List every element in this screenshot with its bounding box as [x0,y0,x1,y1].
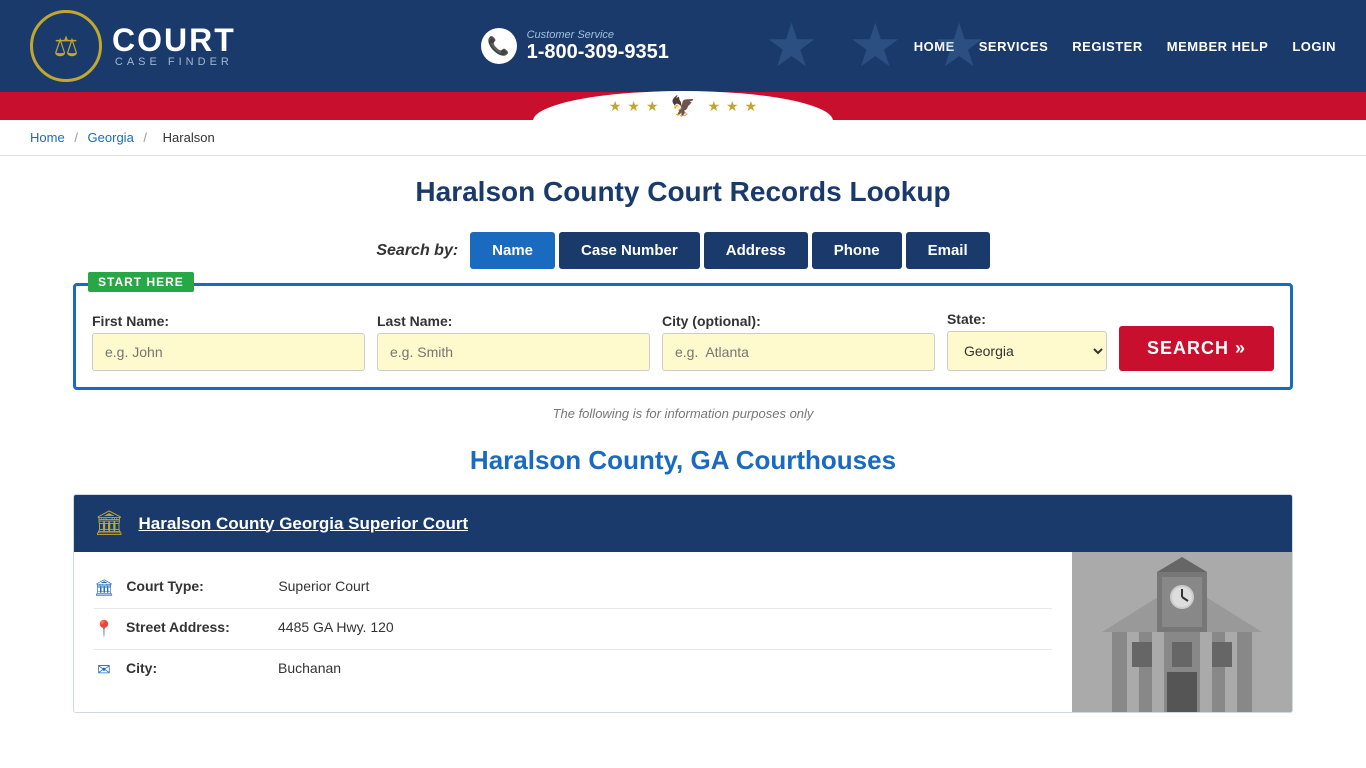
page-title: Haralson County Court Records Lookup [73,176,1293,208]
detail-label-city: City: [126,660,266,676]
detail-label-address: Street Address: [126,619,266,635]
city-group: City (optional): [662,313,935,371]
courthouse-building-icon: 🏛 [94,509,124,538]
breadcrumb-current: Haralson [163,130,215,145]
tab-phone[interactable]: Phone [812,232,902,269]
header-background-stars: ★ ★ ★ [765,11,986,81]
breadcrumb-sep-2: / [143,130,150,145]
first-name-group: First Name: [92,313,365,371]
breadcrumb: Home / Georgia / Haralson [0,120,1366,156]
star-1: ★ [609,98,622,115]
first-name-input[interactable] [92,333,365,371]
phone-text: Customer Service 1-800-309-9351 [527,29,669,64]
courthouse-img-placeholder [1072,552,1292,712]
phone-icon: 📞 [481,28,517,64]
courthouse-body: 🏛 Court Type: Superior Court 📍 Street Ad… [74,552,1292,712]
detail-row-address: 📍 Street Address: 4485 GA Hwy. 120 [94,609,1052,650]
detail-icon-address: 📍 [94,619,114,639]
last-name-input[interactable] [377,333,650,371]
tab-case-number[interactable]: Case Number [559,232,700,269]
state-group: State: Georgia Alabama Alaska Arizona Fl… [947,311,1107,371]
breadcrumb-home[interactable]: Home [30,130,65,145]
last-name-group: Last Name: [377,313,650,371]
nav-login[interactable]: LOGIN [1292,39,1336,54]
first-name-label: First Name: [92,313,365,329]
tab-address[interactable]: Address [704,232,808,269]
star-6: ★ [745,98,758,115]
detail-value-type: Superior Court [278,578,369,594]
nav-services[interactable]: SERVICES [979,39,1049,54]
courthouse-card: 🏛 Haralson County Georgia Superior Court… [73,494,1293,713]
phone-number: 1-800-309-9351 [527,41,669,63]
courthouse-header: 🏛 Haralson County Georgia Superior Court [74,495,1292,552]
nav-member-help[interactable]: MEMBER HELP [1167,39,1269,54]
city-input[interactable] [662,333,935,371]
star-5: ★ [726,98,739,115]
courthouse-image [1072,552,1292,712]
logo-text: COURT CASE FINDER [112,24,236,68]
nav-register[interactable]: REGISTER [1072,39,1142,54]
main-content: Haralson County Court Records Lookup Sea… [43,156,1323,749]
detail-value-address: 4485 GA Hwy. 120 [278,619,394,635]
state-label: State: [947,311,1107,327]
banner-eagle: ★ ★ ★ 🦅 ★ ★ ★ [609,94,757,119]
search-by-label: Search by: [376,242,458,260]
tab-email[interactable]: Email [906,232,990,269]
star-3: ★ [646,98,659,115]
courthouse-details: 🏛 Court Type: Superior Court 📍 Street Ad… [74,552,1072,712]
search-button-group: . SEARCH » [1119,306,1274,371]
bg-star-3: ★ [932,11,986,81]
search-form-container: START HERE First Name: Last Name: City (… [73,283,1293,390]
banner-arch: ★ ★ ★ 🦅 ★ ★ ★ [0,92,1366,120]
search-button[interactable]: SEARCH » [1119,326,1274,371]
last-name-label: Last Name: [377,313,650,329]
detail-icon-city: ✉ [94,660,114,680]
star-2: ★ [627,98,640,115]
star-4: ★ [707,98,720,115]
breadcrumb-georgia[interactable]: Georgia [88,130,134,145]
courthouses-title: Haralson County, GA Courthouses [73,445,1293,476]
info-note: The following is for information purpose… [73,406,1293,421]
site-logo[interactable]: ⚖ COURT CASE FINDER [30,10,236,82]
detail-label-type: Court Type: [126,578,266,594]
logo-subtitle: CASE FINDER [112,56,236,68]
eagle-icon: 🦅 [671,94,696,119]
star-group-right: ★ ★ ★ [707,98,757,115]
site-header: ★ ★ ★ ⚖ COURT CASE FINDER 📞 Customer Ser… [0,0,1366,92]
city-label: City (optional): [662,313,935,329]
star-group-left: ★ ★ ★ [609,98,659,115]
bg-star-2: ★ [848,11,902,81]
customer-service-label: Customer Service [527,29,669,41]
detail-icon-type: 🏛 [94,578,114,598]
detail-value-city: Buchanan [278,660,341,676]
logo-emblem: ⚖ [30,10,102,82]
detail-row-type: 🏛 Court Type: Superior Court [94,568,1052,609]
phone-block: 📞 Customer Service 1-800-309-9351 [481,28,669,64]
form-row: First Name: Last Name: City (optional): … [92,306,1274,371]
breadcrumb-sep-1: / [74,130,81,145]
detail-row-city: ✉ City: Buchanan [94,650,1052,690]
courthouse-title-link[interactable]: Haralson County Georgia Superior Court [138,514,468,534]
start-here-badge: START HERE [88,272,194,292]
state-select[interactable]: Georgia Alabama Alaska Arizona Florida T… [947,331,1107,371]
logo-court-text: COURT [112,24,236,56]
tab-name[interactable]: Name [470,232,555,269]
search-by-row: Search by: Name Case Number Address Phon… [73,232,1293,269]
bg-star-1: ★ [765,11,819,81]
